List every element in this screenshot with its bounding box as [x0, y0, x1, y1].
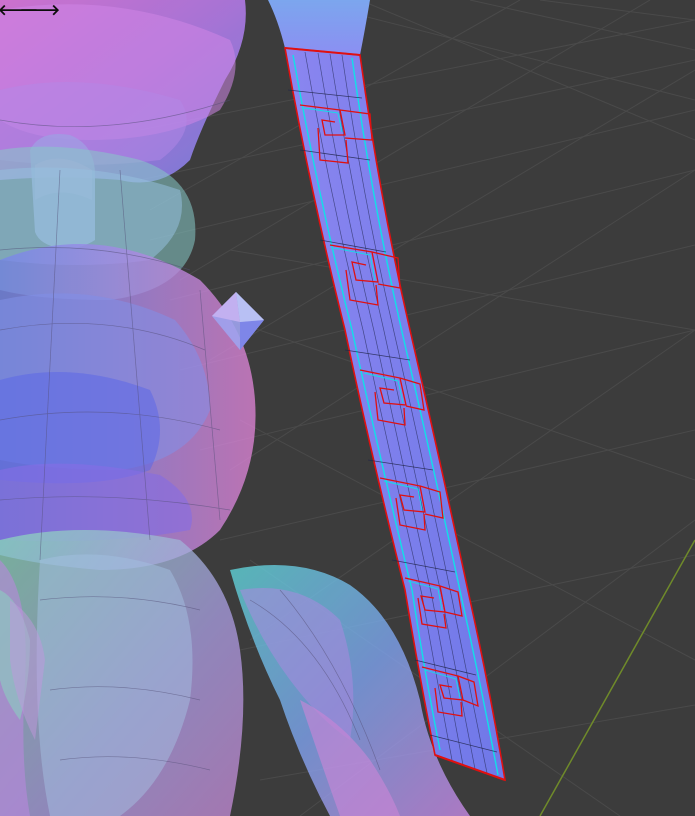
arrow-right-icon[interactable]: 🡒: [20, 2, 60, 18]
y-axis-line: [539, 539, 695, 816]
viewport-scene: [0, 0, 695, 816]
history-navigation: 🡐 🡒: [0, 2, 60, 18]
3d-viewport[interactable]: 🡐 🡒: [0, 0, 695, 816]
strip-top: [268, 0, 370, 55]
